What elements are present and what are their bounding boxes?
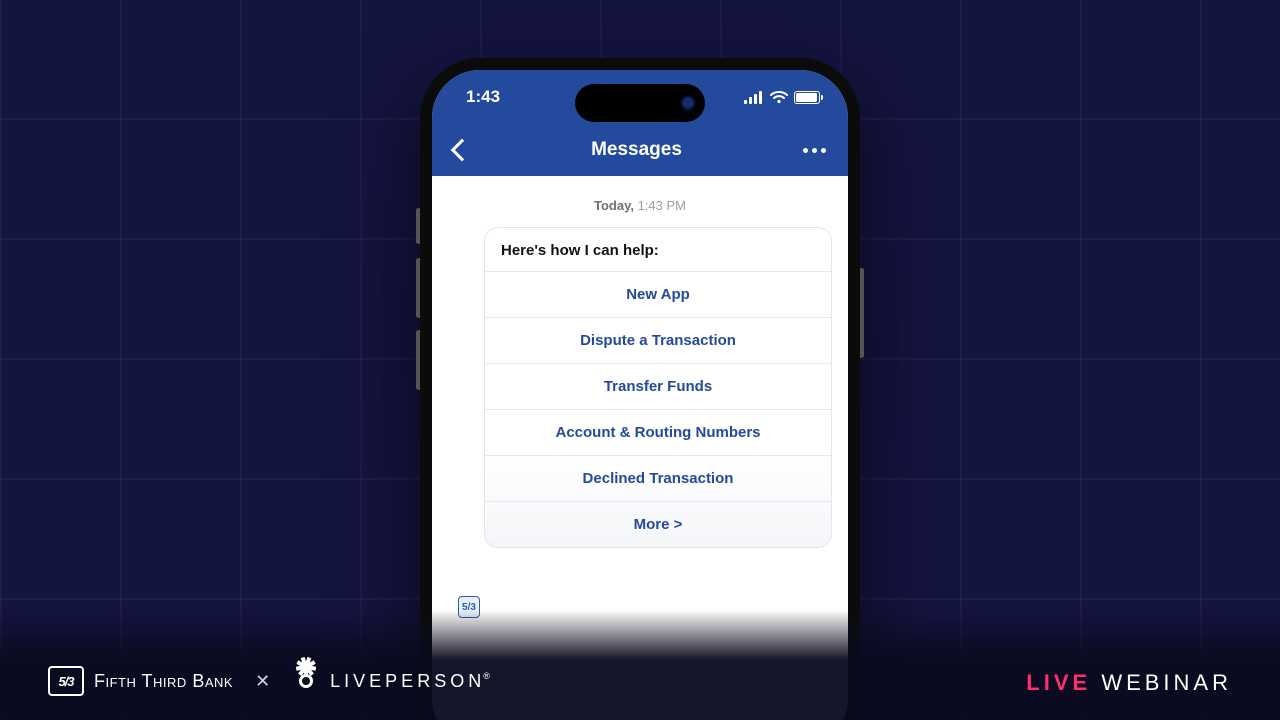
liveperson-logo: LIVEPERSON® — [292, 667, 490, 695]
help-card-lead: Here's how I can help: — [485, 228, 831, 272]
help-option-dispute[interactable]: Dispute a Transaction — [485, 318, 831, 364]
help-option-declined[interactable]: Declined Transaction — [485, 456, 831, 502]
badge-webinar: WEBINAR — [1091, 670, 1232, 695]
brand-separator: ✕ — [255, 671, 270, 692]
dynamic-island — [575, 84, 705, 122]
timestamp-day: Today, — [594, 198, 634, 213]
fifth-third-bank-name: Fifth Third Bank — [94, 671, 233, 691]
cellular-signal-icon — [744, 91, 764, 104]
badge-live: LIVE — [1026, 670, 1091, 695]
live-webinar-badge: LIVE WEBINAR — [1026, 670, 1232, 696]
nav-title: Messages — [591, 139, 682, 161]
more-options-button[interactable] — [803, 148, 826, 153]
help-option-account-routing[interactable]: Account & Routing Numbers — [485, 410, 831, 456]
camera-dot-icon — [683, 98, 693, 108]
app-nav-bar: Messages — [432, 124, 848, 176]
fifth-third-mark-icon: 5/3 — [48, 666, 84, 696]
chevron-left-icon — [451, 139, 474, 162]
help-option-new-app[interactable]: New App — [485, 272, 831, 318]
fifth-third-bank-logo: 5/3 Fifth Third Bank — [48, 666, 233, 696]
help-option-more[interactable]: More > — [485, 502, 831, 547]
gear-icon — [292, 667, 320, 695]
wifi-icon — [770, 91, 788, 104]
brand-row: 5/3 Fifth Third Bank ✕ LIVEPERSON® — [48, 666, 490, 696]
back-button[interactable] — [454, 142, 470, 158]
status-time: 1:43 — [466, 87, 500, 107]
footer: 5/3 Fifth Third Bank ✕ LIVEPERSON® LIVE … — [0, 610, 1280, 720]
help-option-transfer[interactable]: Transfer Funds — [485, 364, 831, 410]
help-card: Here's how I can help: New App Dispute a… — [484, 227, 832, 548]
message-timestamp: Today, 1:43 PM — [448, 198, 832, 213]
registered-mark: ® — [483, 671, 490, 681]
battery-icon — [794, 91, 820, 104]
liveperson-name: LIVEPERSON — [330, 671, 485, 691]
timestamp-time: 1:43 PM — [638, 198, 686, 213]
